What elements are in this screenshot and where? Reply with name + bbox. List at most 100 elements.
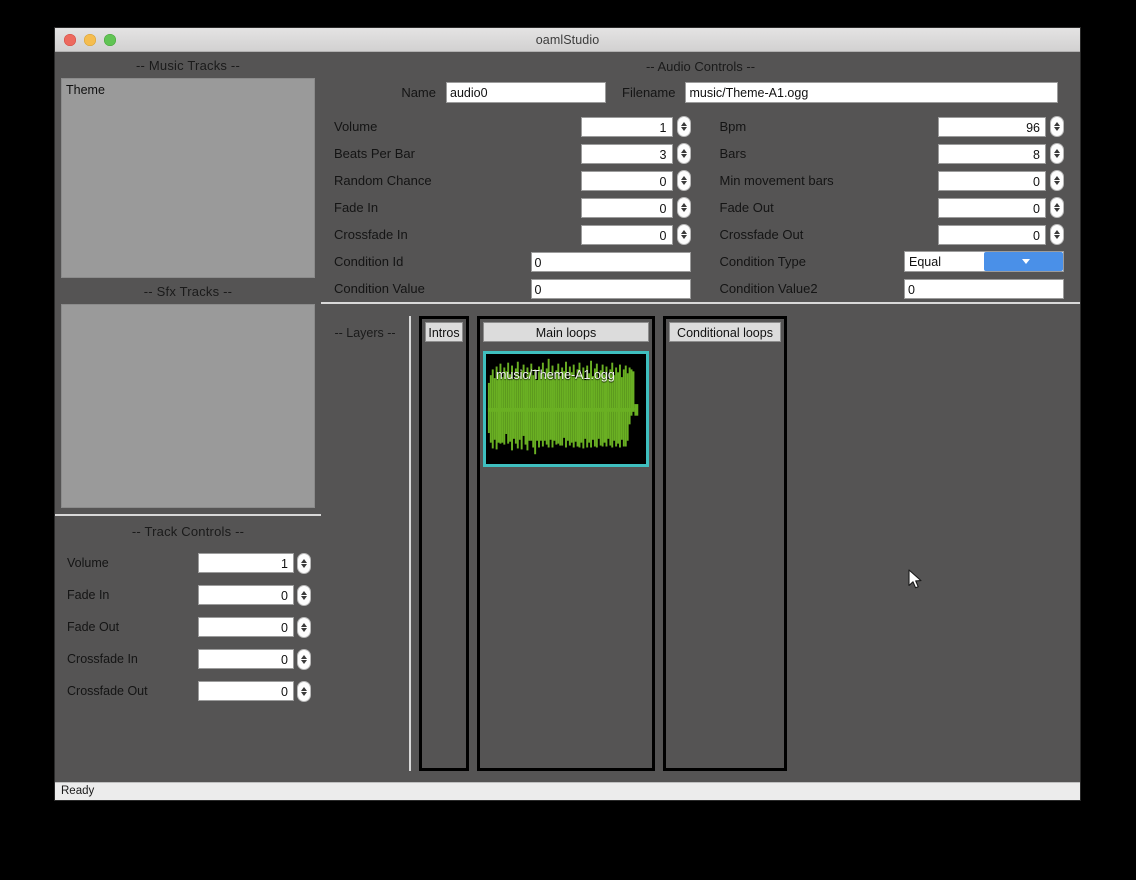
audio-fade-out-label: Fade Out [719, 200, 774, 215]
intros-drop-area[interactable] [422, 342, 466, 768]
audio-condition-type-select[interactable]: Equal [904, 251, 1064, 272]
audio-name-label: Name [401, 85, 436, 100]
track-control-row-fade-out: Fade Out 0 [67, 611, 311, 643]
audio-condition-value-label: Condition Value [334, 281, 425, 296]
audio-condition-type-value: Equal [909, 254, 941, 269]
audio-row-condition-id: Condition Id 0 [321, 248, 701, 275]
conditional-loops-drop-area[interactable] [666, 342, 784, 768]
layer-column-conditional-loops[interactable]: Conditional loops [663, 316, 787, 771]
audio-beats-per-bar-label: Beats Per Bar [334, 146, 415, 161]
audio-condition-type-label: Condition Type [719, 254, 807, 269]
layer-column-main-loops[interactable]: Main loops music/Theme-A1.ogg [477, 316, 655, 771]
track-fade-in-label: Fade In [67, 588, 110, 602]
audio-random-chance-input[interactable]: 0 [580, 170, 673, 191]
audio-crossfade-out-stepper[interactable] [1050, 224, 1064, 245]
audio-beats-per-bar-stepper[interactable] [676, 143, 691, 164]
track-crossfade-in-stepper[interactable] [297, 648, 311, 670]
maximize-button-icon[interactable] [104, 34, 116, 46]
tab-main-loops[interactable]: Main loops [483, 322, 649, 342]
audio-crossfade-out-input[interactable]: 0 [938, 224, 1046, 245]
audio-row-fade-out: Fade Out 0 [701, 194, 1081, 221]
audio-bpm-input[interactable]: 96 [938, 116, 1046, 137]
audio-bpm-stepper[interactable] [1050, 116, 1064, 137]
track-crossfade-in-label: Crossfade In [67, 652, 138, 666]
chevron-down-icon[interactable] [984, 252, 1063, 271]
audio-row-crossfade-in: Crossfade In 0 [321, 221, 701, 248]
track-control-row-volume: Volume 1 [67, 547, 311, 579]
audio-controls-right-column: Bpm 96 Bars 8 Min movement bars 0 Fade O… [701, 113, 1081, 302]
window-traffic-lights[interactable] [64, 34, 116, 46]
left-panel: -- Music Tracks -- Theme -- Sfx Tracks -… [55, 52, 321, 782]
track-volume-stepper[interactable] [297, 552, 311, 574]
audio-fade-out-input[interactable]: 0 [938, 197, 1046, 218]
audio-volume-input[interactable]: 1 [580, 116, 673, 137]
main-loops-drop-area[interactable]: music/Theme-A1.ogg [480, 342, 652, 768]
track-controls-panel: -- Track Controls -- Volume 1 Fade In 0 … [55, 516, 321, 782]
audio-controls-left-column: Volume 1 Beats Per Bar 3 Random Chance 0… [321, 113, 701, 302]
music-tracks-list[interactable]: Theme [61, 78, 315, 278]
list-item[interactable]: Theme [62, 79, 314, 98]
track-fade-out-input[interactable]: 0 [198, 617, 294, 637]
audio-row-condition-value2: Condition Value2 0 [701, 275, 1081, 302]
track-fade-in-input[interactable]: 0 [198, 585, 294, 605]
audio-condition-value2-input[interactable]: 0 [904, 278, 1064, 299]
audio-beats-per-bar-input[interactable]: 3 [580, 143, 673, 164]
audio-row-fade-in: Fade In 0 [321, 194, 701, 221]
audio-row-beats-per-bar: Beats Per Bar 3 [321, 140, 701, 167]
layers-panel: -- Layers -- Intros Main loops music/The… [321, 302, 1080, 782]
audio-fade-in-input[interactable]: 0 [580, 197, 673, 218]
audio-filename-input[interactable]: music/Theme-A1.ogg [685, 82, 1058, 103]
sfx-tracks-list[interactable] [61, 304, 315, 508]
audio-min-movement-bars-input[interactable]: 0 [938, 170, 1046, 191]
status-text: Ready [61, 785, 95, 797]
layer-column-intros[interactable]: Intros [419, 316, 469, 771]
audio-volume-stepper[interactable] [676, 116, 691, 137]
audio-crossfade-in-label: Crossfade In [334, 227, 408, 242]
window-titlebar: oamlStudio [55, 28, 1080, 52]
track-control-row-crossfade-out: Crossfade Out 0 [67, 675, 311, 707]
audio-random-chance-label: Random Chance [334, 173, 432, 188]
audio-volume-label: Volume [334, 119, 378, 134]
audio-row-condition-value: Condition Value 0 [321, 275, 701, 302]
audio-condition-id-label: Condition Id [334, 254, 404, 269]
tab-intros[interactable]: Intros [425, 322, 463, 342]
music-tracks-title: -- Music Tracks -- [136, 58, 240, 73]
audio-name-row: Name audio0 Filename music/Theme-A1.ogg [321, 74, 1080, 103]
audio-min-movement-bars-stepper[interactable] [1050, 170, 1064, 191]
audio-crossfade-in-stepper[interactable] [676, 224, 691, 245]
track-fade-in-stepper[interactable] [297, 584, 311, 606]
audio-clip-main-loop[interactable]: music/Theme-A1.ogg [483, 351, 649, 467]
track-volume-label: Volume [67, 556, 109, 570]
audio-bars-stepper[interactable] [1050, 143, 1064, 164]
audio-bars-label: Bars [719, 146, 747, 161]
audio-bars-input[interactable]: 8 [938, 143, 1046, 164]
minimize-button-icon[interactable] [84, 34, 96, 46]
audio-random-chance-stepper[interactable] [676, 170, 691, 191]
audio-bpm-label: Bpm [719, 119, 747, 134]
audio-crossfade-out-label: Crossfade Out [719, 227, 804, 242]
audio-condition-value-input[interactable]: 0 [530, 278, 691, 299]
status-bar: Ready [55, 782, 1080, 800]
audio-row-crossfade-out: Crossfade Out 0 [701, 221, 1081, 248]
audio-crossfade-in-input[interactable]: 0 [580, 224, 673, 245]
track-crossfade-out-input[interactable]: 0 [198, 681, 294, 701]
audio-row-bpm: Bpm 96 [701, 113, 1081, 140]
audio-fade-out-stepper[interactable] [1050, 197, 1064, 218]
track-controls-title: -- Track Controls -- [131, 524, 245, 539]
audio-condition-value2-label: Condition Value2 [719, 281, 818, 296]
layers-title: -- Layers -- [334, 326, 396, 340]
track-crossfade-out-stepper[interactable] [297, 680, 311, 702]
track-crossfade-in-input[interactable]: 0 [198, 649, 294, 669]
track-control-row-crossfade-in: Crossfade In 0 [67, 643, 311, 675]
close-button-icon[interactable] [64, 34, 76, 46]
audio-name-input[interactable]: audio0 [446, 82, 606, 103]
layers-splitter[interactable] [409, 316, 411, 771]
track-fade-out-stepper[interactable] [297, 616, 311, 638]
audio-condition-id-input[interactable]: 0 [530, 251, 691, 272]
tab-conditional-loops[interactable]: Conditional loops [669, 322, 781, 342]
layers-columns: Intros Main loops music/Theme-A1.ogg Con… [419, 316, 787, 771]
audio-fade-in-label: Fade In [334, 200, 379, 215]
track-volume-input[interactable]: 1 [198, 553, 294, 573]
audio-row-min-movement-bars: Min movement bars 0 [701, 167, 1081, 194]
audio-fade-in-stepper[interactable] [676, 197, 691, 218]
